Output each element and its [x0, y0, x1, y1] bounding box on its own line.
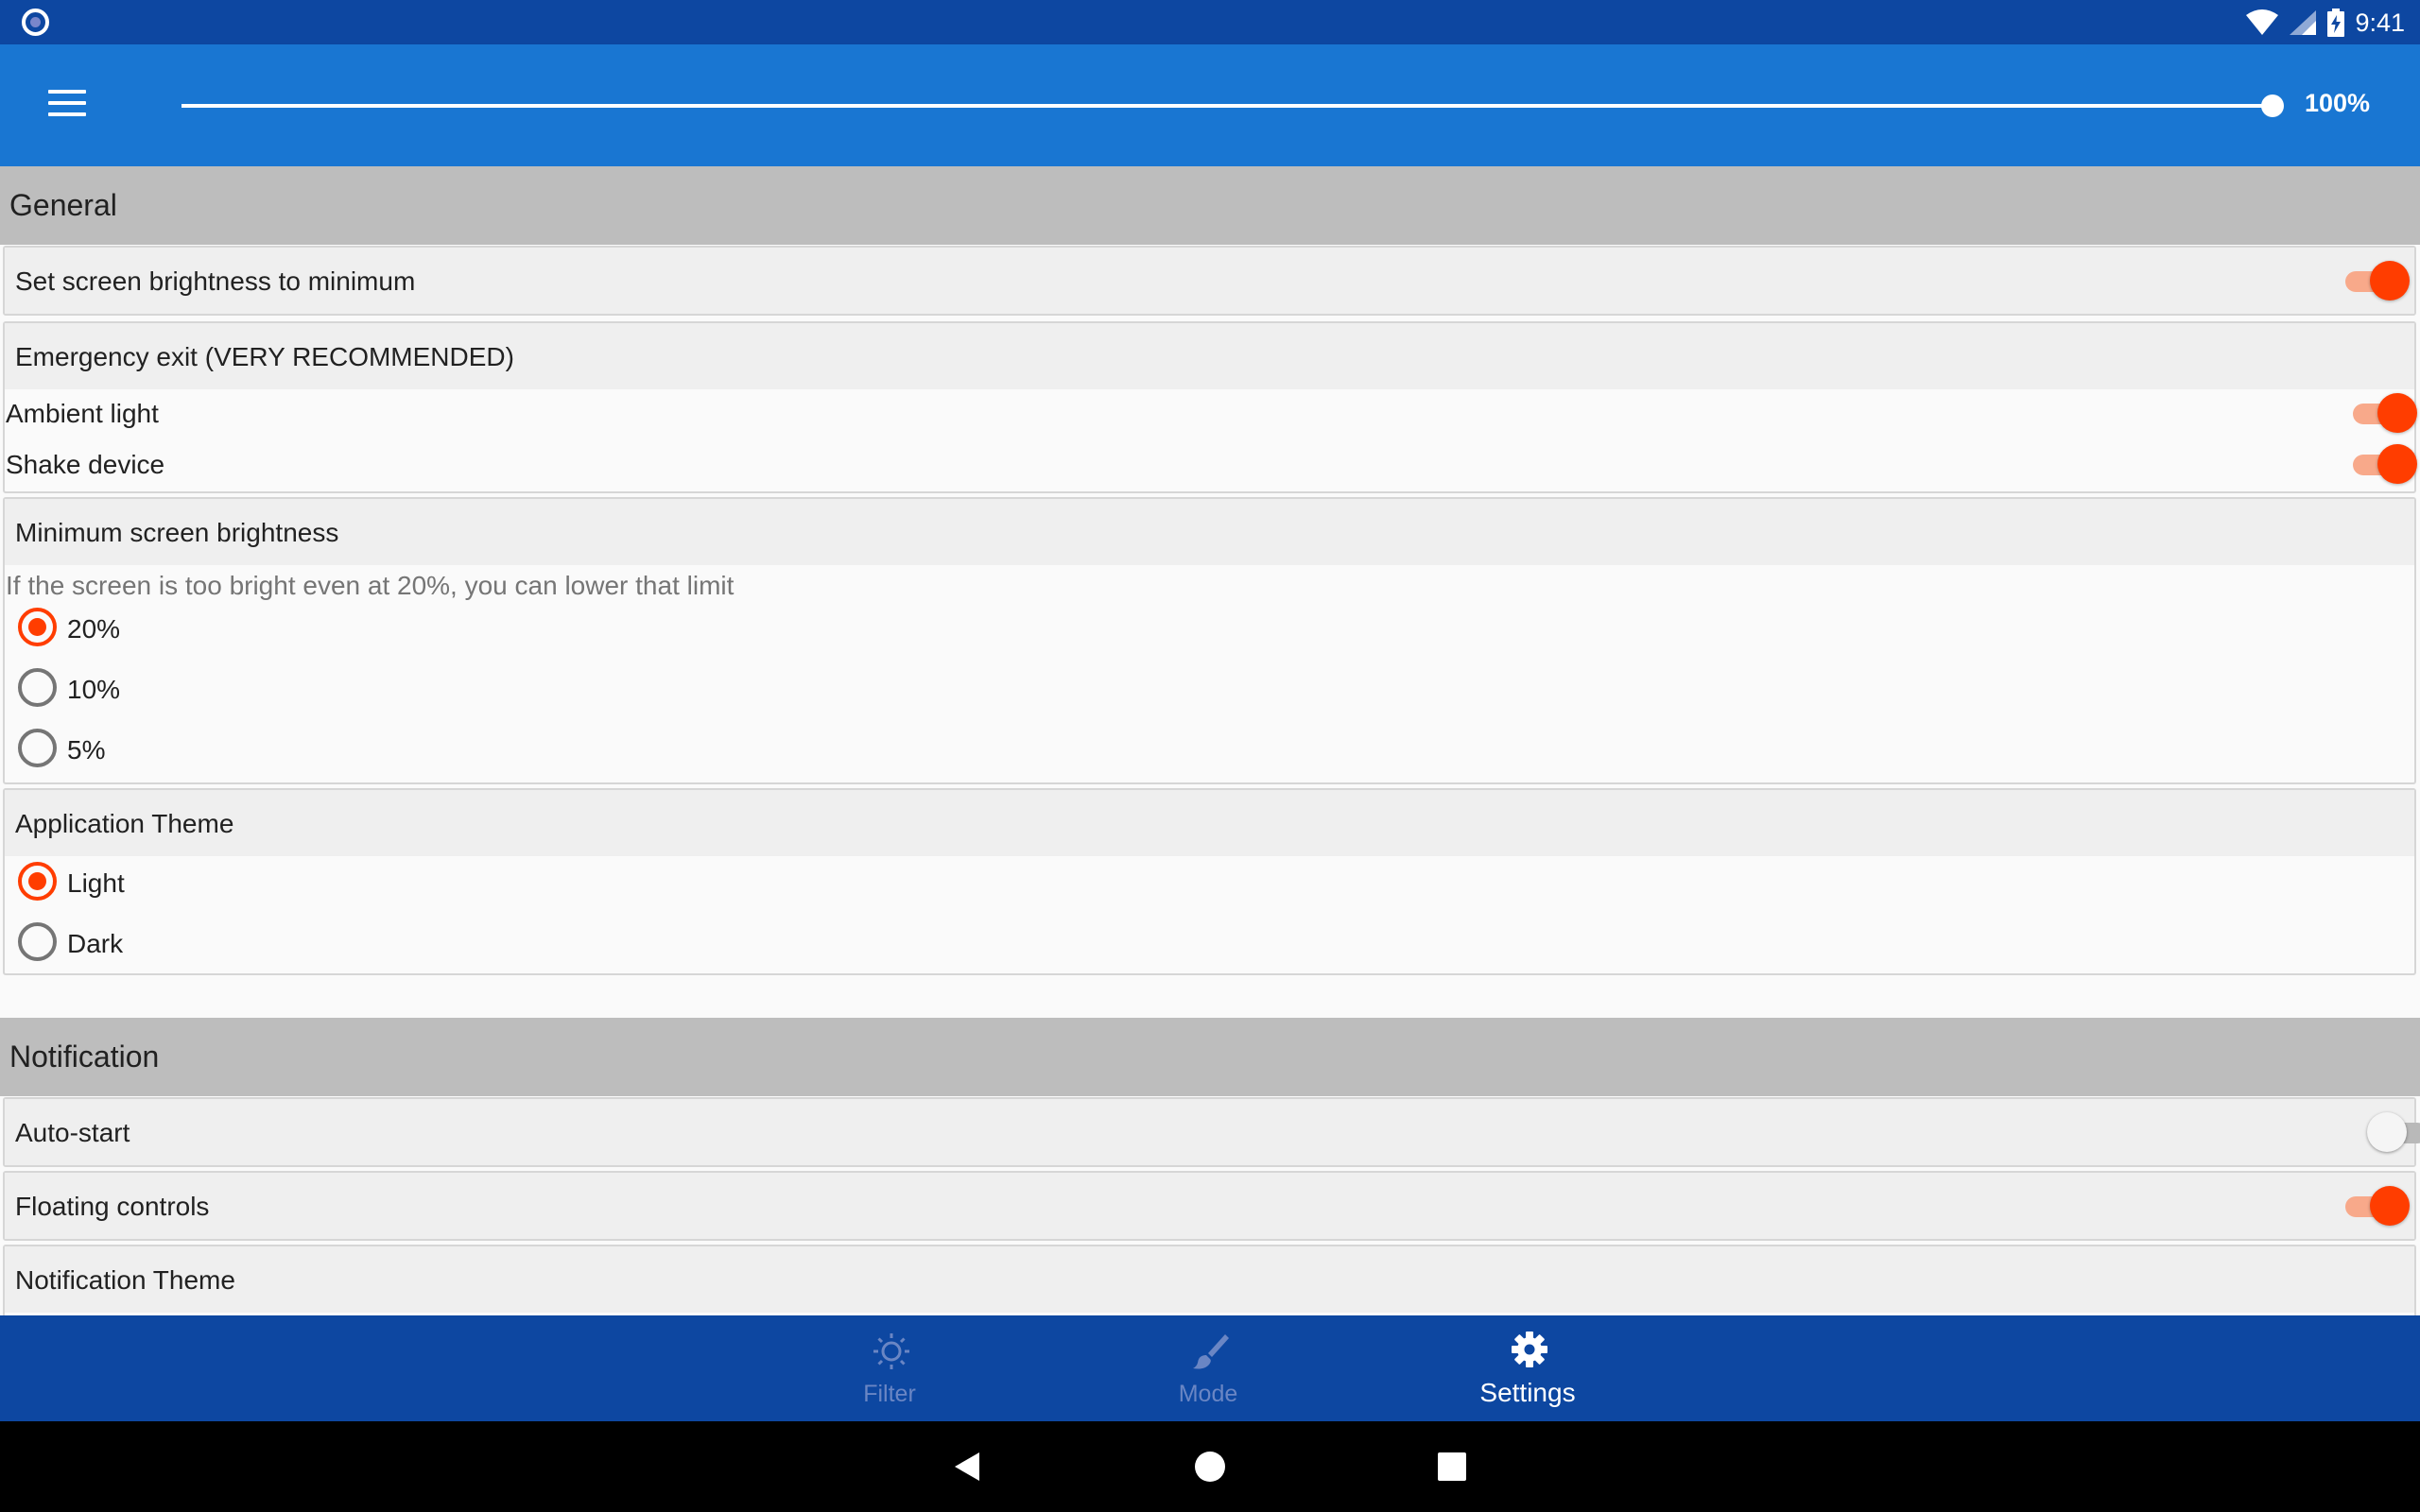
- radio-5-percent[interactable]: [18, 729, 57, 767]
- status-icons: 9:41: [2245, 6, 2405, 40]
- filter-level-value: 100%: [2305, 89, 2371, 117]
- nav-mode[interactable]: Mode: [1095, 1315, 1322, 1421]
- section-header-general: General: [0, 166, 2420, 245]
- ambient-light-switch[interactable]: [2349, 393, 2417, 433]
- home-icon[interactable]: [1193, 1450, 1227, 1484]
- cellular-icon: [2290, 10, 2317, 35]
- clock: 9:41: [2355, 8, 2405, 37]
- radio-20-percent[interactable]: [18, 608, 57, 646]
- ambient-light-label: Ambient light: [6, 399, 159, 428]
- card-title: Notification Theme: [15, 1265, 235, 1295]
- radio-label-20-percent[interactable]: 20%: [67, 614, 120, 644]
- notification-app-icon: [22, 9, 49, 36]
- radio-label-5-percent[interactable]: 5%: [67, 735, 105, 765]
- auto-start-switch[interactable]: [2367, 1112, 2420, 1152]
- wifi-icon: [2246, 9, 2279, 35]
- setting-label: Floating controls: [15, 1192, 210, 1221]
- radio-theme-light[interactable]: [18, 862, 57, 901]
- hamburger-menu-icon[interactable]: [48, 90, 86, 118]
- back-icon[interactable]: [951, 1450, 985, 1484]
- gear-icon: [1512, 1332, 1547, 1367]
- recents-icon[interactable]: [1435, 1450, 1469, 1484]
- nav-settings[interactable]: Settings: [1414, 1315, 1641, 1421]
- brush-icon: [1193, 1334, 1229, 1369]
- status-bar: 9:41: [0, 0, 2420, 44]
- battery-charging-icon: [2327, 9, 2345, 37]
- radio-label-theme-light[interactable]: Light: [67, 868, 125, 899]
- setting-minimum-screen-brightness: Minimum screen brightness If the screen …: [3, 497, 2416, 784]
- filter-level-slider-thumb[interactable]: [2261, 94, 2284, 117]
- section-title: Notification: [9, 1040, 160, 1074]
- radio-theme-dark[interactable]: [18, 922, 57, 961]
- setting-auto-start[interactable]: Auto-start: [3, 1097, 2420, 1167]
- shake-device-switch[interactable]: [2349, 444, 2417, 484]
- nav-label: Filter: [863, 1381, 916, 1407]
- min-brightness-hint: If the screen is too bright even at 20%,…: [6, 571, 735, 600]
- card-title: Application Theme: [15, 809, 234, 838]
- min-brightness-switch[interactable]: [2342, 261, 2410, 301]
- radio-label-theme-dark[interactable]: Dark: [67, 929, 123, 959]
- setting-label: Set screen brightness to minimum: [15, 266, 416, 296]
- card-title: Minimum screen brightness: [15, 518, 339, 547]
- settings-list[interactable]: General Set screen brightness to minimum…: [0, 166, 2420, 1315]
- radio-label-10-percent[interactable]: 10%: [67, 675, 120, 705]
- system-navigation-bar: [0, 1421, 2420, 1512]
- app-bar: 100%: [0, 44, 2420, 166]
- setting-floating-controls[interactable]: Floating controls: [3, 1171, 2416, 1241]
- brightness-icon: [873, 1333, 909, 1369]
- card-title: Emergency exit (VERY RECOMMENDED): [15, 342, 514, 371]
- section-header-notification: Notification: [0, 1018, 2420, 1096]
- section-title: General: [9, 188, 117, 222]
- shake-device-label: Shake device: [6, 450, 165, 479]
- bottom-navigation: Filter Mode Settings: [0, 1315, 2420, 1421]
- setting-emergency-exit: Emergency exit (VERY RECOMMENDED) Ambien…: [3, 321, 2417, 493]
- setting-min-brightness[interactable]: Set screen brightness to minimum: [3, 246, 2416, 316]
- nav-filter[interactable]: Filter: [776, 1315, 1003, 1421]
- nav-label: Settings: [1479, 1378, 1576, 1407]
- floating-controls-switch[interactable]: [2342, 1186, 2410, 1226]
- setting-application-theme: Application Theme Light Dark: [3, 788, 2416, 975]
- nav-label: Mode: [1178, 1381, 1238, 1407]
- radio-10-percent[interactable]: [18, 668, 57, 707]
- setting-label: Auto-start: [15, 1118, 130, 1147]
- filter-level-slider-track[interactable]: [182, 104, 2273, 108]
- setting-notification-theme: Notification Theme: [3, 1245, 2416, 1315]
